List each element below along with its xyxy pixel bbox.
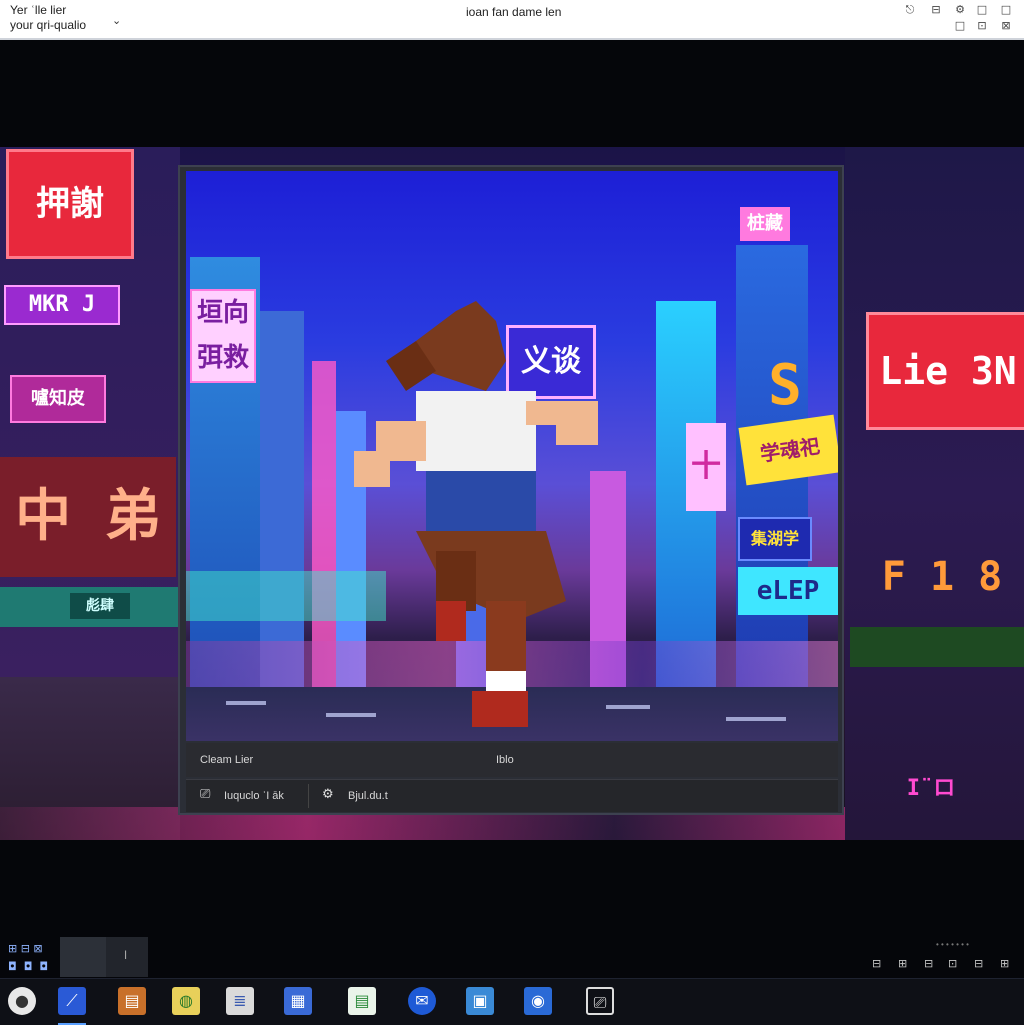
window-titlebar: Yer ʿlle lier your qri-qualio ⌄ ioan fan… — [0, 0, 1024, 40]
status-center-label: Iblo — [496, 754, 514, 766]
settings-icon[interactable]: ⚙ — [950, 2, 970, 18]
folder-app-icon[interactable]: ▤ — [118, 987, 146, 1015]
right-planter — [850, 627, 1024, 667]
action-button-1[interactable]: ⎚ Iuquclo ʿI āk — [186, 780, 306, 812]
window-subtitle-block: Yer ʿlle lier your qri-qualio — [10, 3, 86, 33]
sign-s: S — [768, 353, 802, 418]
road-marking — [226, 701, 266, 705]
road-marking — [726, 717, 786, 721]
tile-icon[interactable]: ⊟ — [926, 2, 946, 18]
spreadsheet-app-icon[interactable]: ▤ — [348, 987, 376, 1015]
skyscraper — [260, 311, 304, 687]
taskbar: ● ⟋ ▤ ◍ ≣ ▦ ▤ ✉ ▣ ◉ ⎚ — [0, 978, 1024, 1025]
sign-pink-small: 十 — [686, 423, 726, 511]
game-status-bar: Cleam Lier Iblo — [186, 743, 838, 777]
dock-divider-icon: ǀ — [124, 948, 128, 962]
sign-right-big: Lie 3N — [866, 312, 1024, 430]
start-button[interactable]: ● — [8, 987, 36, 1015]
action-button-2-label: Bjul.du.t — [348, 790, 388, 802]
action-button-2[interactable]: ⚙ Bjul.du.t — [312, 780, 432, 812]
dock-tile-active[interactable] — [60, 937, 106, 977]
status-left-label: Cleam Lier — [200, 754, 254, 766]
window-title: ioan fan dame len — [466, 5, 562, 19]
sign-right-small: I¨ロ — [906, 776, 956, 801]
close-icon[interactable]: ⊠ — [996, 18, 1016, 34]
tray-dots: • • • • • • • — [936, 940, 969, 949]
sign-right-low: F 1 8 — [881, 554, 1003, 600]
sign-mkr: MKR J — [4, 285, 120, 325]
gear-icon: ⚙ — [322, 787, 334, 802]
sign-blue-left: 垣向 弭救 — [190, 289, 256, 383]
close-button[interactable]: □ — [996, 2, 1016, 18]
sign-cyan: eLEP — [738, 567, 838, 615]
tray-icon[interactable]: ⊟ — [924, 957, 933, 970]
window-app-name: Yer ʿlle lier — [10, 3, 67, 17]
mail-app-icon[interactable]: ✉ — [408, 987, 436, 1015]
sign-left-store: 彪肆 — [70, 593, 130, 619]
tray-icon[interactable]: ⊞ — [898, 957, 907, 970]
chevron-down-icon[interactable]: ⌄ — [112, 14, 121, 27]
window-app-subtitle: your qri-qualio — [10, 18, 87, 32]
sign-small-left: 嚧知皮 — [10, 375, 106, 423]
web-app-icon[interactable]: ◉ — [524, 987, 552, 1015]
monitor-app-icon[interactable]: ⎚ — [586, 987, 614, 1015]
right-building — [845, 147, 1024, 840]
back-icon[interactable]: ⎋ — [900, 2, 920, 18]
image-app-icon[interactable]: ▣ — [466, 987, 494, 1015]
tray-icon[interactable]: ⊞ — [1000, 957, 1009, 970]
screen-icon: ⎚ — [200, 787, 211, 802]
tray-icon[interactable]: ⊟ — [974, 957, 983, 970]
tray-icon[interactable]: ⊟ — [872, 957, 881, 970]
sign-yellow: 学魂祀 — [738, 414, 838, 486]
desktop-widget-icons-2[interactable]: ◘ ◘ ◘ — [8, 960, 48, 973]
divider — [308, 784, 309, 808]
globe-app-icon[interactable]: ◍ — [172, 987, 200, 1015]
sign-blue-right: 集湖学 — [738, 517, 812, 561]
sign-top-right: 桩藏 — [740, 207, 790, 241]
minimize-button[interactable]: □ — [972, 2, 992, 18]
sign-top-left: 押謝 — [6, 149, 134, 259]
document-app-icon[interactable]: ≣ — [226, 987, 254, 1015]
gallery-app-icon[interactable]: ▦ — [284, 987, 312, 1015]
action-button-1-label: Iuquclo ʿI āk — [224, 790, 284, 802]
game-window: 垣向 弭救 义谈 桩藏 S 学魂祀 十 集湖学 eLEP Cleam Lier … — [178, 165, 844, 815]
tray-icon[interactable]: ⊡ — [948, 957, 957, 970]
desktop-widget-icons[interactable]: ⊞ ⊟ ⊠ — [8, 942, 43, 955]
game-action-bar: ⎚ Iuquclo ʿI āk ⚙ Bjul.du.t — [186, 779, 838, 812]
skyscraper — [312, 361, 336, 687]
maximize-icon[interactable]: □ — [950, 18, 970, 34]
player-character — [354, 301, 598, 727]
sign-big-left: 中 弟 — [0, 457, 176, 577]
chart-app-icon[interactable]: ⟋ — [58, 987, 86, 1015]
game-viewport[interactable]: 垣向 弭救 义谈 桩藏 S 学魂祀 十 集湖学 eLEP — [186, 171, 838, 741]
restore-icon[interactable]: ⊡ — [972, 18, 992, 34]
